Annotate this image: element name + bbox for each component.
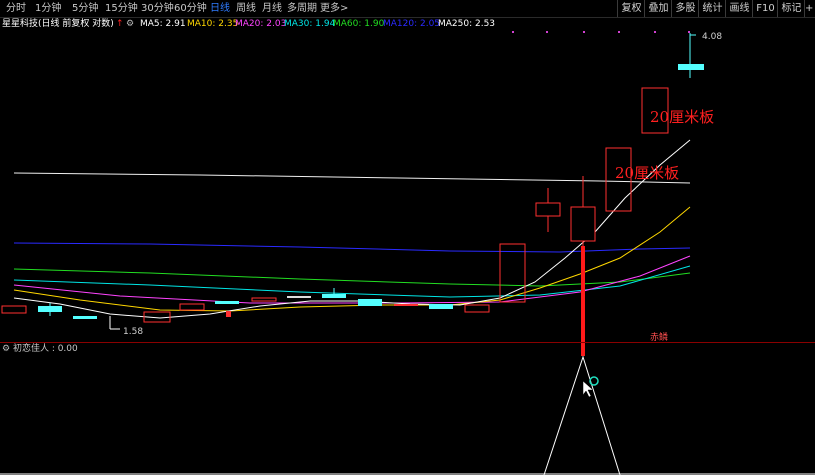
candle [394,304,418,306]
board-label-lower: 20厘米板 [615,164,679,182]
indicator-value: 初恋佳人 : 0.00 [12,344,78,354]
indicator-line [543,355,621,475]
candle [570,206,596,242]
signal-bar [581,246,585,356]
candle [215,301,239,304]
candle [179,303,205,311]
candle [535,202,561,217]
candle [73,316,97,319]
board-label-upper: 20厘米板 [650,108,714,126]
candle [287,296,311,298]
indicator-label: ⚙ 初恋佳人 : 0.00 [2,343,78,355]
low-price-label: 1.58 [123,327,143,337]
high-price-label: 4.08 [702,32,722,42]
candle [464,304,490,313]
candle [251,297,277,302]
candle [1,305,27,314]
signal-dots [512,31,690,33]
ma250-line [13,172,691,184]
ma120-line [13,242,691,253]
candle [226,311,231,317]
kline-chart[interactable]: 4.08 1.58 20厘米板 20厘米板 赤鳞 [0,0,815,475]
pane-divider[interactable] [0,342,815,343]
loading-ring-icon [589,376,599,386]
candle [358,299,382,306]
candle [678,64,704,70]
ma20-line [13,255,691,304]
candle [429,304,453,309]
settings-icon[interactable]: ⚙ [2,344,10,354]
